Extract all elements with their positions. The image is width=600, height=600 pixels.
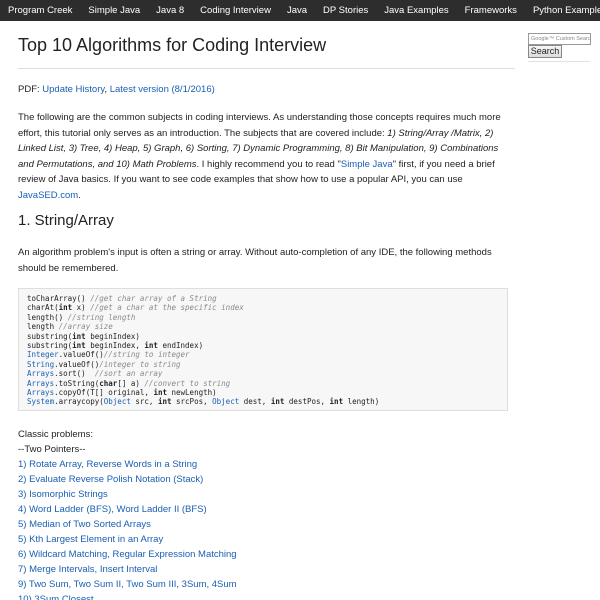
code-line: length() //string length [27,312,136,322]
code-line: String.valueOf()/integer to string [27,359,181,369]
classic-problems-label: Classic problems: [18,429,93,440]
problem-link[interactable]: 5) Kth Largest Element in an Array [18,532,508,547]
problem-link[interactable]: 6) Wildcard Matching, Regular Expression… [18,547,508,562]
code-block: toCharArray() //get char array of a Stri… [18,288,508,411]
latest-version-link[interactable]: Latest version (8/1/2016) [110,84,215,95]
code-line: substring(int beginIndex) [27,331,140,341]
pdf-label: PDF: [18,84,43,95]
problem-link[interactable]: 5) Median of Two Sorted Arrays [18,517,508,532]
code-line: substring(int beginIndex, int endIndex) [27,341,204,351]
two-pointers-label: --Two Pointers-- [18,444,86,455]
search-button[interactable]: Search [528,45,562,58]
code-line: Arrays.sort() //sort an array [27,369,163,379]
nav-java-examples[interactable]: Java Examples [376,0,456,21]
code-line: Arrays.toString(char[] a) //convert to s… [27,378,231,388]
code-line: System.arraycopy(Object src, int srcPos,… [27,397,380,407]
code-line: Arrays.copyOf(T[] original, int newLengt… [27,388,217,398]
problem-link[interactable]: 10) 3Sum Closest [18,592,508,600]
nav-java-8[interactable]: Java 8 [148,0,192,21]
problem-link[interactable]: 4) Word Ladder (BFS), Word Ladder II (BF… [18,502,508,517]
intro-text-2: . I highly recommend you to read " [196,158,341,170]
sidebar-divider [528,61,590,62]
problem-link[interactable]: 9) Two Sum, Two Sum II, Two Sum III, 3Su… [18,577,508,592]
section-heading-string-array: 1. String/Array [18,212,114,229]
intro-paragraph: The following are the common subjects in… [18,110,508,203]
page-title: Top 10 Algorithms for Coding Interview [18,35,327,55]
title-divider [18,68,515,69]
simple-java-link[interactable]: Simple Java [341,159,393,170]
javased-link[interactable]: JavaSED.com [18,190,78,201]
nav-coding-interview[interactable]: Coding Interview [192,0,279,21]
problem-link[interactable]: 2) Evaluate Reverse Polish Notation (Sta… [18,472,508,487]
code-line: toCharArray() //get char array of a Stri… [27,294,217,303]
nav-simple-java[interactable]: Simple Java [80,0,148,21]
problem-link[interactable]: 3) Isomorphic Strings [18,487,508,502]
problem-link[interactable]: 1) Rotate Array, Reverse Words in a Stri… [18,457,508,472]
intro-text-4: . [78,189,81,201]
update-history-link[interactable]: Update History [42,84,104,95]
section-paragraph: An algorithm problem's input is often a … [18,247,492,274]
nav-dp-stories[interactable]: DP Stories [315,0,376,21]
search-input[interactable]: Google™ Custom Search [528,33,591,45]
nav-java[interactable]: Java [279,0,315,21]
classic-problems: Classic problems: --Two Pointers-- 1) Ro… [18,427,508,600]
code-line: charAt(int x) //get a char at the specif… [27,303,244,313]
top-nav-bar: Program Creek Simple Java Java 8 Coding … [0,0,600,21]
code-line: Integer.valueOf()//string to integer [27,350,190,360]
problem-link[interactable]: 7) Merge Intervals, Insert Interval [18,562,508,577]
nav-frameworks[interactable]: Frameworks [457,0,525,21]
code-line: length //array size [27,322,113,332]
nav-python-examples[interactable]: Python Examples [525,0,600,21]
pdf-line: PDF: Update History, Latest version (8/1… [18,82,508,98]
nav-program-creek[interactable]: Program Creek [0,0,80,21]
